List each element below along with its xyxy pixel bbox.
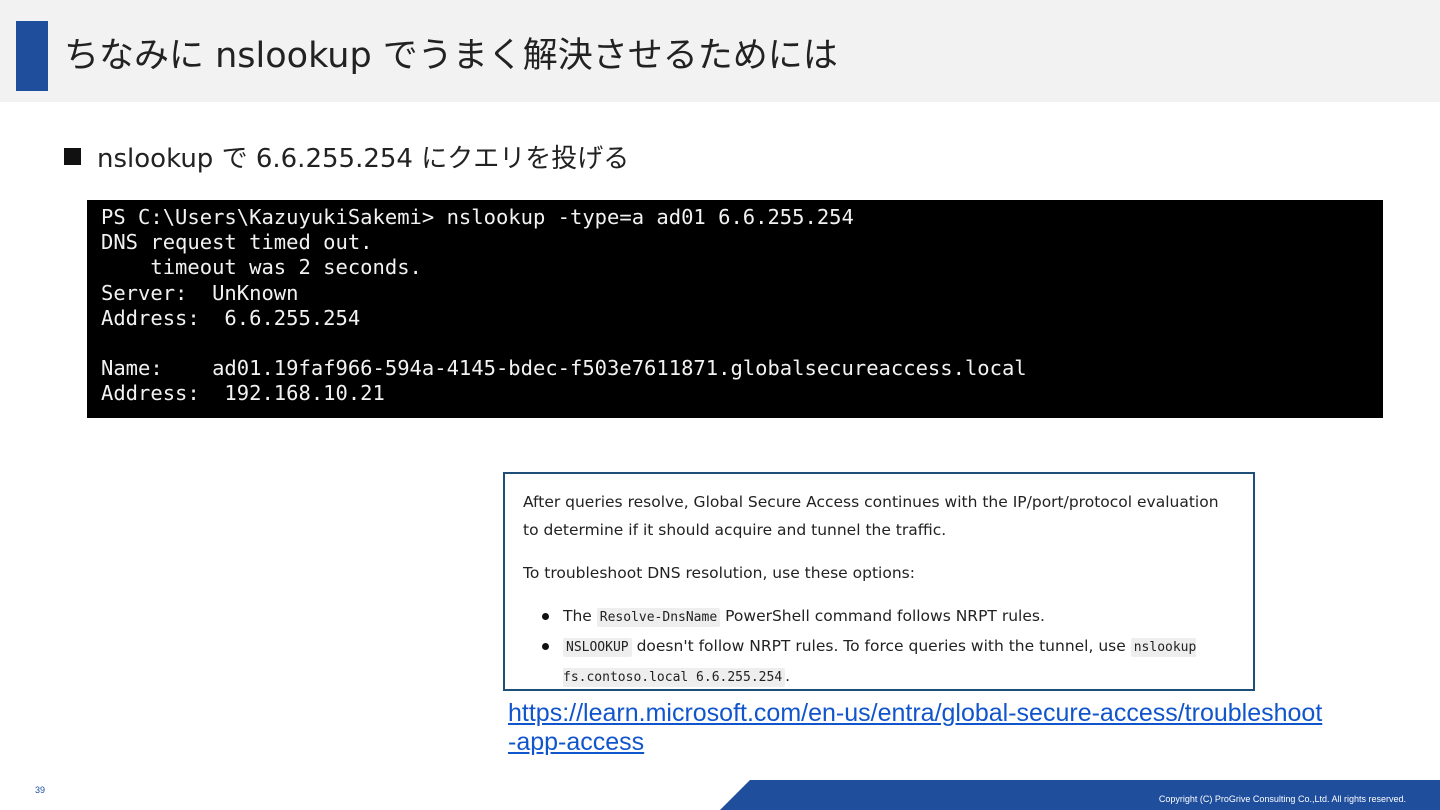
terminal-output: PS C:\Users\KazuyukiSakemi> nslookup -ty… (87, 200, 1383, 418)
bullet-text: nslookup で 6.6.255.254 にクエリを投げる (97, 143, 630, 174)
inline-code: Resolve-DnsName (596, 608, 721, 627)
bullet-item: nslookup で 6.6.255.254 にクエリを投げる (64, 138, 629, 174)
doc-paragraph: After queries resolve, Global Secure Acc… (523, 493, 1219, 539)
list-item-text: PowerShell command follows NRPT rules. (725, 607, 1045, 625)
list-item: NSLOOKUP doesn't follow NRPT rules. To f… (523, 632, 1235, 692)
terminal-line: Name: ad01.19faf966-594a-4145-bdec-f503e… (101, 356, 1027, 381)
list-item-text: . (785, 667, 791, 685)
bullet-square-icon (64, 147, 81, 165)
list-item: The Resolve-DnsName PowerShell command f… (523, 602, 1235, 632)
documentation-excerpt: After queries resolve, Global Secure Acc… (503, 472, 1255, 691)
inline-code: NSLOOKUP (563, 638, 632, 657)
slide-title: ちなみに nslookup でうまく解決させるためには (64, 36, 838, 76)
copyright-text: Copyright (C) ProGrive Consulting Co.,Lt… (1158, 794, 1406, 804)
list-item-text: The (563, 607, 592, 625)
terminal-line: Server: UnKnown (101, 280, 299, 305)
doc-options-list: The Resolve-DnsName PowerShell command f… (523, 602, 1235, 692)
bullet-dot-icon (542, 613, 549, 620)
terminal-line: PS C:\Users\KazuyukiSakemi> nslookup -ty… (101, 205, 854, 229)
doc-paragraph: To troubleshoot DNS resolution, use thes… (523, 564, 915, 582)
bullet-dot-icon (542, 643, 549, 650)
header-accent-bar (16, 21, 48, 91)
reference-link[interactable]: https://learn.microsoft.com/en-us/entra/… (508, 699, 1328, 757)
list-item-text: doesn't follow NRPT rules. To force quer… (636, 637, 1126, 655)
terminal-line: Address: 192.168.10.21 (101, 381, 385, 406)
slide-header: ちなみに nslookup でうまく解決させるためには (0, 0, 1440, 102)
terminal-line: DNS request timed out. (101, 230, 373, 255)
terminal-line: timeout was 2 seconds. (101, 255, 422, 280)
page-number: 39 (35, 785, 46, 795)
terminal-line: Address: 6.6.255.254 (101, 305, 361, 330)
